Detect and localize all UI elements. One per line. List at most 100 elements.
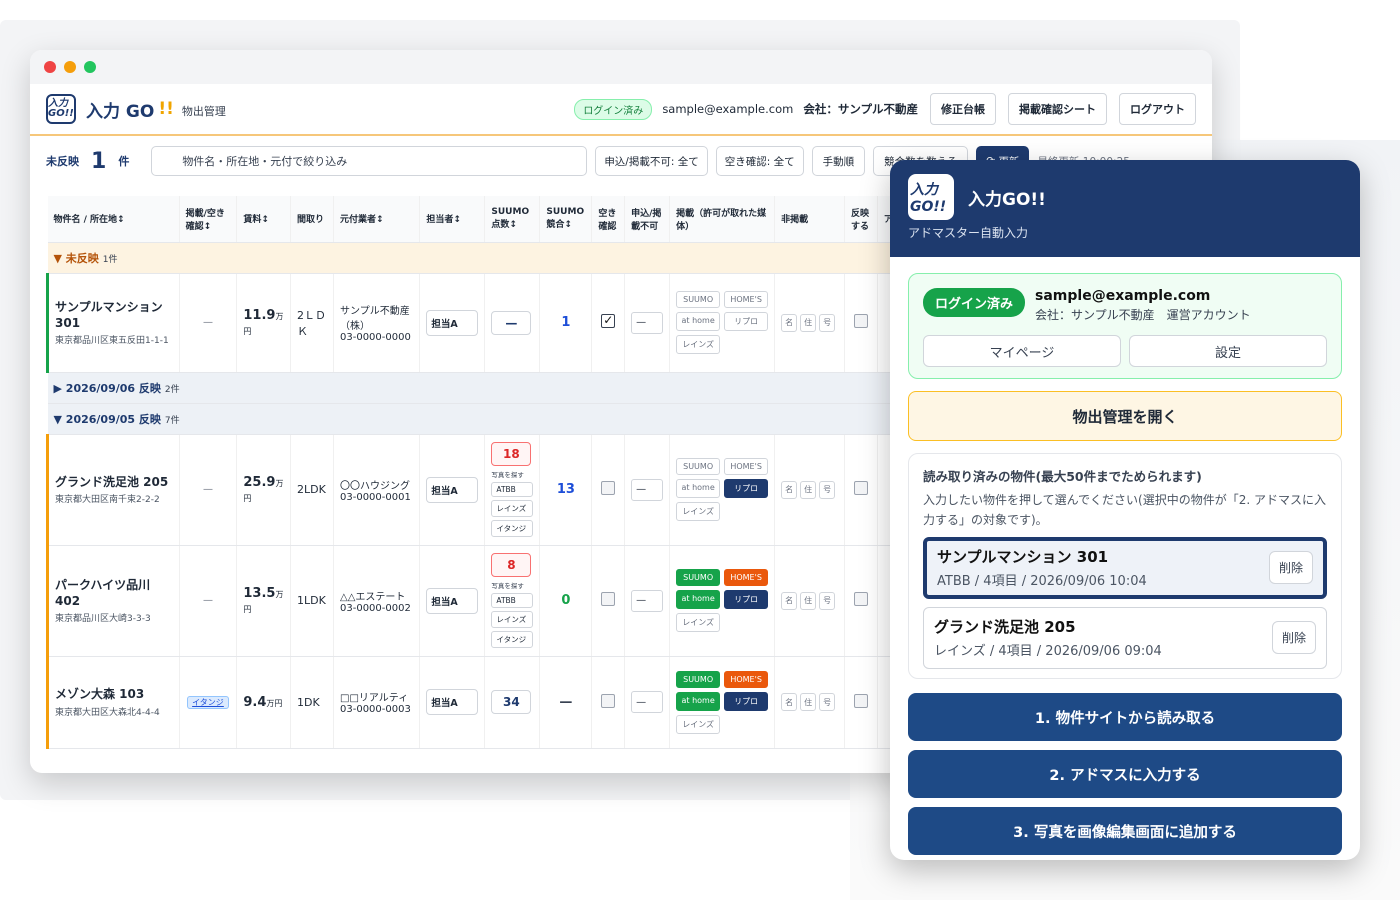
hide-address-toggle[interactable]: 住	[800, 480, 817, 499]
photo-itandi-button[interactable]: イタンジ	[491, 631, 534, 648]
media-reins[interactable]: レインズ	[676, 335, 721, 354]
media-reins[interactable]: レインズ	[676, 502, 721, 521]
suumo-score[interactable]: 8	[491, 553, 532, 577]
hide-name-toggle[interactable]: 名	[781, 313, 798, 332]
settings-button[interactable]: 設定	[1129, 335, 1327, 367]
mypage-button[interactable]: マイページ	[923, 335, 1121, 367]
hide-address-toggle[interactable]: 住	[800, 693, 817, 711]
media-ripuro[interactable]: リプロ	[724, 479, 769, 498]
staff-select[interactable]: 担当A	[426, 587, 479, 614]
account-card: ログイン済み sample@example.com 会社：サンプル不動産 運営ア…	[908, 273, 1342, 379]
correction-ledger-button[interactable]: 修正台帳	[930, 93, 996, 125]
media-homes[interactable]: HOME'S	[724, 291, 769, 308]
hide-number-toggle[interactable]: 号	[819, 591, 836, 610]
reflect-checkbox[interactable]	[853, 314, 868, 328]
media-suumo[interactable]: SUUMO	[676, 670, 721, 688]
col-name[interactable]: 物件名 / 所在地↕	[47, 196, 180, 243]
hide-name-toggle[interactable]: 名	[781, 693, 798, 711]
suumo-score[interactable]: 18	[491, 442, 532, 466]
close-window-icon[interactable]	[44, 61, 56, 73]
listing-check-sheet-button[interactable]: 掲載確認シート	[1008, 93, 1107, 125]
logout-button[interactable]: ログアウト	[1119, 93, 1196, 125]
col-apply: 申込/掲載不可	[624, 196, 671, 243]
media-athome[interactable]: at home	[676, 691, 721, 711]
col-rent[interactable]: 賃料↕	[236, 196, 292, 243]
property-name[interactable]: パークハイツ品川 402	[55, 577, 173, 609]
list-item[interactable]: サンプルマンション 301 ATBB / 4項目 / 2026/09/06 10…	[923, 536, 1327, 599]
hide-address-toggle[interactable]: 住	[800, 591, 817, 610]
suumo-score[interactable]: —	[491, 310, 532, 335]
property-name[interactable]: グランド洗足池 205	[55, 474, 173, 490]
media-athome[interactable]: at home	[676, 479, 721, 498]
hide-number-toggle[interactable]: 号	[819, 693, 836, 711]
media-suumo[interactable]: SUUMO	[676, 291, 721, 308]
media-ripuro[interactable]: リプロ	[724, 691, 769, 711]
photo-atbb-button[interactable]: ATBB	[491, 593, 534, 608]
reflect-checkbox[interactable]	[853, 693, 868, 708]
staff-select[interactable]: 担当A	[426, 309, 479, 336]
hide-name-toggle[interactable]: 名	[781, 480, 798, 499]
maximize-window-icon[interactable]	[84, 61, 96, 73]
delete-button[interactable]: 削除	[1271, 621, 1316, 655]
vacancy-checkbox[interactable]	[601, 693, 616, 708]
list-item[interactable]: グランド洗足池 205 レインズ / 4項目 / 2026/09/06 09:0…	[923, 606, 1327, 669]
col-suumo-score[interactable]: SUUMO点数↕	[484, 196, 541, 243]
media-ripuro[interactable]: リプロ	[724, 312, 769, 331]
col-hide: 非掲載	[774, 196, 846, 243]
photo-reins-button[interactable]: レインズ	[491, 611, 534, 628]
listing-status[interactable]: イタンジ	[187, 695, 229, 709]
property-name[interactable]: メゾン大森 103	[55, 686, 173, 702]
layout-value: 1LDK	[290, 545, 334, 657]
manual-order-button[interactable]: 手動順	[811, 146, 866, 176]
media-homes[interactable]: HOME'S	[724, 569, 769, 586]
photo-reins-button[interactable]: レインズ	[491, 500, 534, 517]
rent-value: 25.9万円	[243, 474, 284, 503]
apply-select[interactable]: —	[631, 311, 664, 334]
hide-number-toggle[interactable]: 号	[819, 480, 836, 499]
col-agent[interactable]: 元付業者↕	[333, 196, 421, 243]
hide-name-toggle[interactable]: 名	[781, 591, 798, 610]
loaded-properties-description: 入力したい物件を押して選んでください(選択中の物件が「2. アドマスに入力する」…	[923, 493, 1326, 527]
hide-address-toggle[interactable]: 住	[800, 313, 817, 332]
layout-value: 2ＬＤＫ	[290, 273, 334, 373]
minimize-window-icon[interactable]	[64, 61, 76, 73]
media-reins[interactable]: レインズ	[676, 613, 721, 632]
vacancy-checkbox[interactable]	[601, 313, 616, 328]
listing-status: —	[179, 273, 238, 373]
add-photos-button[interactable]: 3. 写真を画像編集画面に追加する	[908, 807, 1342, 855]
media-athome[interactable]: at home	[676, 590, 721, 609]
media-suumo[interactable]: SUUMO	[676, 569, 721, 586]
photo-atbb-button[interactable]: ATBB	[491, 482, 534, 497]
staff-select[interactable]: 担当A	[426, 476, 479, 503]
property-address: 東京都大田区南千束2-2-2	[55, 495, 160, 506]
read-from-site-button[interactable]: 1. 物件サイトから読み取る	[908, 693, 1342, 741]
reflect-checkbox[interactable]	[853, 481, 868, 495]
media-suumo[interactable]: SUUMO	[676, 458, 721, 475]
hide-number-toggle[interactable]: 号	[819, 313, 836, 332]
reflect-checkbox[interactable]	[853, 592, 868, 606]
input-to-admas-button[interactable]: 2. アドマスに入力する	[908, 750, 1342, 798]
media-homes[interactable]: HOME'S	[724, 670, 769, 688]
search-input[interactable]: 物件名・所在地・元付で絞り込み	[151, 146, 588, 176]
delete-button[interactable]: 削除	[1268, 551, 1313, 585]
media-homes[interactable]: HOME'S	[724, 458, 769, 475]
media-ripuro[interactable]: リプロ	[724, 590, 769, 609]
vacancy-select[interactable]: 空き確認: 全て	[715, 146, 804, 176]
apply-select[interactable]: —	[631, 589, 664, 612]
suumo-score[interactable]: 34	[491, 690, 532, 714]
col-suumo-comp[interactable]: SUUMO競合↕	[539, 196, 593, 243]
photo-itandi-button[interactable]: イタンジ	[491, 520, 534, 537]
apply-status-select[interactable]: 申込/掲載不可: 全て	[595, 146, 708, 176]
media-athome[interactable]: at home	[676, 312, 721, 331]
vacancy-checkbox[interactable]	[601, 592, 616, 606]
property-name[interactable]: サンプルマンション 301	[55, 299, 173, 331]
apply-select[interactable]: —	[631, 478, 664, 501]
apply-select[interactable]: —	[631, 691, 664, 713]
col-vacancy: 空き確認	[591, 196, 626, 243]
media-reins[interactable]: レインズ	[676, 714, 721, 734]
vacancy-checkbox[interactable]	[601, 481, 616, 495]
open-management-button[interactable]: 物出管理を開く	[908, 391, 1342, 441]
staff-select[interactable]: 担当A	[426, 689, 479, 715]
col-listing[interactable]: 掲載/空き確認↕	[179, 196, 238, 243]
col-staff[interactable]: 担当者↕	[419, 196, 486, 243]
